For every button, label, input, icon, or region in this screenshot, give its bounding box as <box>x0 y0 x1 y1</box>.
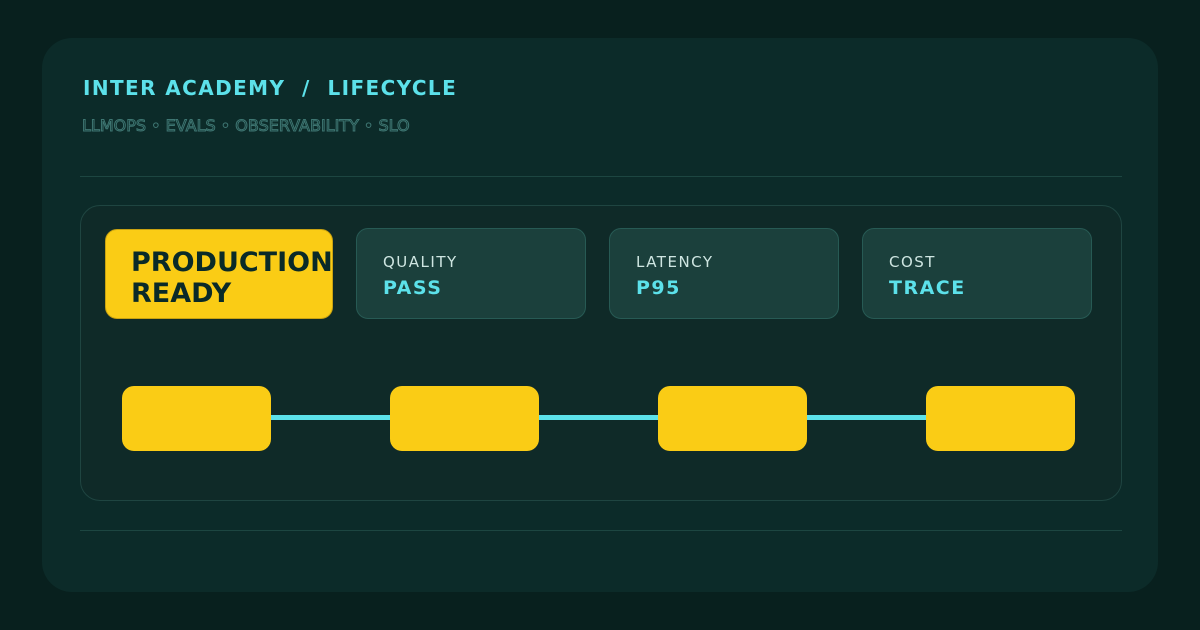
stat-card-cost: COST TRACE <box>862 228 1092 319</box>
lifecycle-panel: PRODUCTION READY QUALITY PASS LATENCY P9… <box>80 205 1122 501</box>
pipeline-stage <box>390 386 539 451</box>
top-divider <box>80 176 1122 177</box>
hero-card: INTER ACADEMY / LIFECYCLE LLMOPS • EVALS… <box>42 38 1158 592</box>
pipeline-stage <box>926 386 1075 451</box>
production-ready-badge: PRODUCTION READY <box>105 229 333 319</box>
stat-label: COST <box>889 253 936 271</box>
stat-card-latency: LATENCY P95 <box>609 228 839 319</box>
stat-card-quality: QUALITY PASS <box>356 228 586 319</box>
page-subtitle: LLMOPS • EVALS • OBSERVABILITY • SLO <box>82 116 411 136</box>
lifecycle-pipeline <box>122 386 1075 452</box>
page-title: INTER ACADEMY / LIFECYCLE <box>83 76 458 100</box>
pipeline-connector <box>798 415 928 420</box>
stat-label: QUALITY <box>383 253 458 271</box>
stat-value: PASS <box>383 277 443 299</box>
badge-label: PRODUCTION READY <box>131 247 333 309</box>
stat-label: LATENCY <box>636 253 714 271</box>
pipeline-connector <box>530 415 660 420</box>
pipeline-stage <box>122 386 271 451</box>
pipeline-connector <box>262 415 392 420</box>
stat-value: P95 <box>636 277 681 299</box>
stat-value: TRACE <box>889 277 966 299</box>
bottom-divider <box>80 530 1122 531</box>
pipeline-stage <box>658 386 807 451</box>
